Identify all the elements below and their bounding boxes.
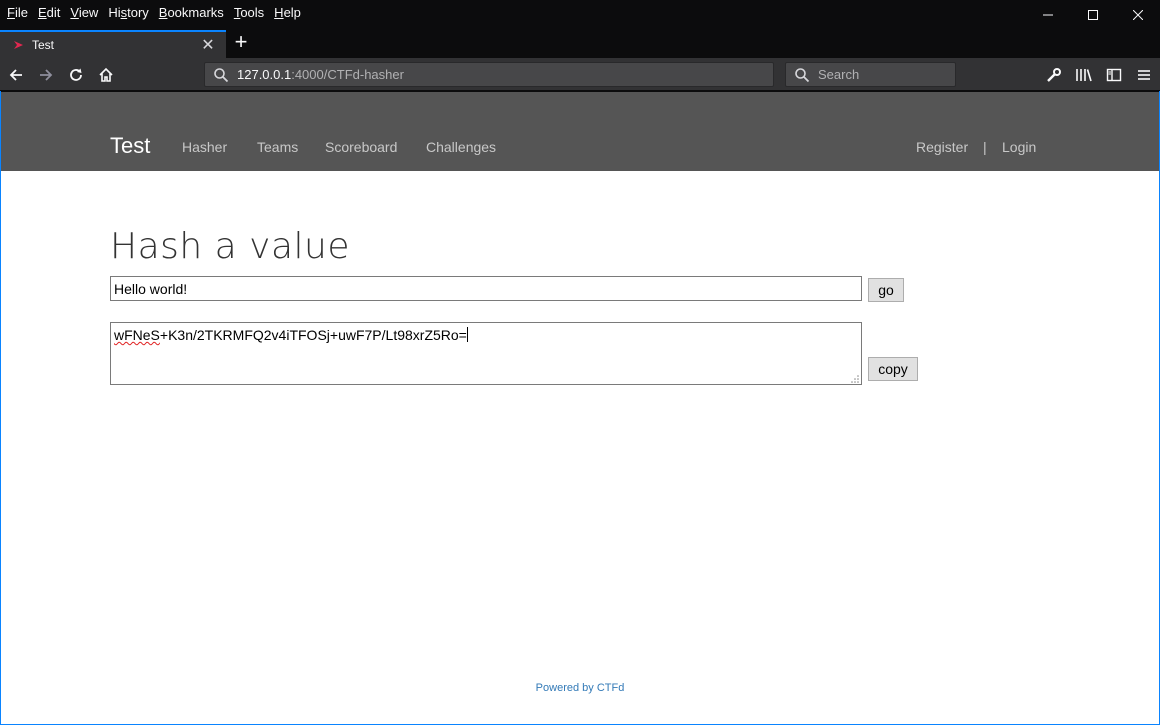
menu-history[interactable]: History — [108, 5, 148, 20]
hamburger-icon — [1138, 70, 1150, 80]
tab-title: Test — [32, 38, 55, 52]
menu-file[interactable]: File — [7, 5, 28, 20]
search-placeholder: Search — [818, 67, 860, 82]
copy-button[interactable]: copy — [868, 357, 918, 381]
misspelled-text: wFNeS — [114, 327, 160, 343]
nav-teams-link[interactable]: Teams — [257, 139, 298, 155]
nav-separator: | — [983, 139, 987, 155]
url-path: :4000/CTFd-hasher — [291, 67, 404, 82]
hash-value-input[interactable] — [110, 276, 862, 301]
nav-scoreboard-link[interactable]: Scoreboard — [325, 139, 397, 155]
back-arrow-icon — [9, 69, 22, 81]
menu-help[interactable]: Help — [274, 5, 301, 20]
wrench-icon — [1047, 68, 1061, 82]
menu-edit[interactable]: Edit — [38, 5, 60, 20]
sidebar-icon — [1106, 68, 1122, 82]
tab-strip: Test ✕ + — [0, 24, 1160, 58]
back-button[interactable] — [5, 64, 27, 86]
hash-output-text: +K3n/2TKRMFQ2v4iTFOSj+uwF7P/Lt98xrZ5Ro= — [159, 327, 467, 343]
minimize-icon — [1042, 14, 1053, 16]
reload-icon — [70, 68, 82, 81]
site-brand-link[interactable]: Test — [110, 133, 150, 159]
search-icon — [214, 67, 229, 82]
menu-tools[interactable]: Tools — [234, 5, 264, 20]
navigation-toolbar: 127.0.0.1:4000/CTFd-hasher Search — [0, 58, 1160, 91]
footer: Powered by CTFd — [1, 682, 1159, 694]
menu-view[interactable]: View — [70, 5, 98, 20]
nav-hasher-link[interactable]: Hasher — [182, 139, 227, 155]
developer-tools-button[interactable] — [1043, 64, 1065, 86]
page-title: Hash a value — [110, 226, 350, 267]
menu-bar: File Edit View History Bookmarks Tools H… — [0, 0, 1160, 24]
library-icon — [1076, 69, 1092, 82]
menu-button[interactable] — [1133, 64, 1155, 86]
close-icon — [1132, 10, 1143, 20]
powered-by-link[interactable]: Powered by CTFd — [536, 682, 625, 694]
sidebar-button[interactable] — [1103, 64, 1125, 86]
home-icon — [99, 67, 113, 82]
library-button[interactable] — [1073, 64, 1095, 86]
search-bar[interactable]: Search — [785, 62, 956, 87]
new-tab-button[interactable]: + — [230, 30, 252, 56]
go-button[interactable]: go — [868, 278, 904, 302]
maximize-icon — [1087, 10, 1098, 20]
search-icon — [795, 67, 810, 82]
reload-button[interactable] — [65, 64, 87, 86]
page-viewport: Test Hasher Teams Scoreboard Challenges … — [1, 92, 1159, 724]
forward-button[interactable] — [35, 64, 57, 86]
nav-register-link[interactable]: Register — [916, 139, 968, 155]
home-button[interactable] — [95, 64, 117, 86]
tab-test[interactable]: Test ✕ — [0, 30, 226, 58]
menu-items: File Edit View History Bookmarks Tools H… — [0, 5, 311, 20]
plus-icon: + — [234, 29, 248, 54]
resize-grip-icon[interactable] — [850, 374, 860, 384]
nav-challenges-link[interactable]: Challenges — [426, 139, 496, 155]
menu-bookmarks[interactable]: Bookmarks — [159, 5, 224, 20]
url-host: 127.0.0.1 — [237, 67, 292, 82]
close-tab-icon: ✕ — [201, 37, 215, 54]
hash-output-textarea[interactable]: wFNeS+K3n/2TKRMFQ2v4iTFOSj+uwF7P/Lt98xrZ… — [110, 322, 862, 385]
ctfd-favicon-icon — [14, 41, 23, 49]
site-navbar: Test Hasher Teams Scoreboard Challenges … — [1, 92, 1159, 171]
nav-login-link[interactable]: Login — [1002, 139, 1036, 155]
url-bar[interactable]: 127.0.0.1:4000/CTFd-hasher — [204, 62, 774, 87]
tab-close-button[interactable]: ✕ — [196, 33, 220, 57]
text-caret — [466, 327, 468, 342]
forward-arrow-icon — [40, 69, 53, 81]
